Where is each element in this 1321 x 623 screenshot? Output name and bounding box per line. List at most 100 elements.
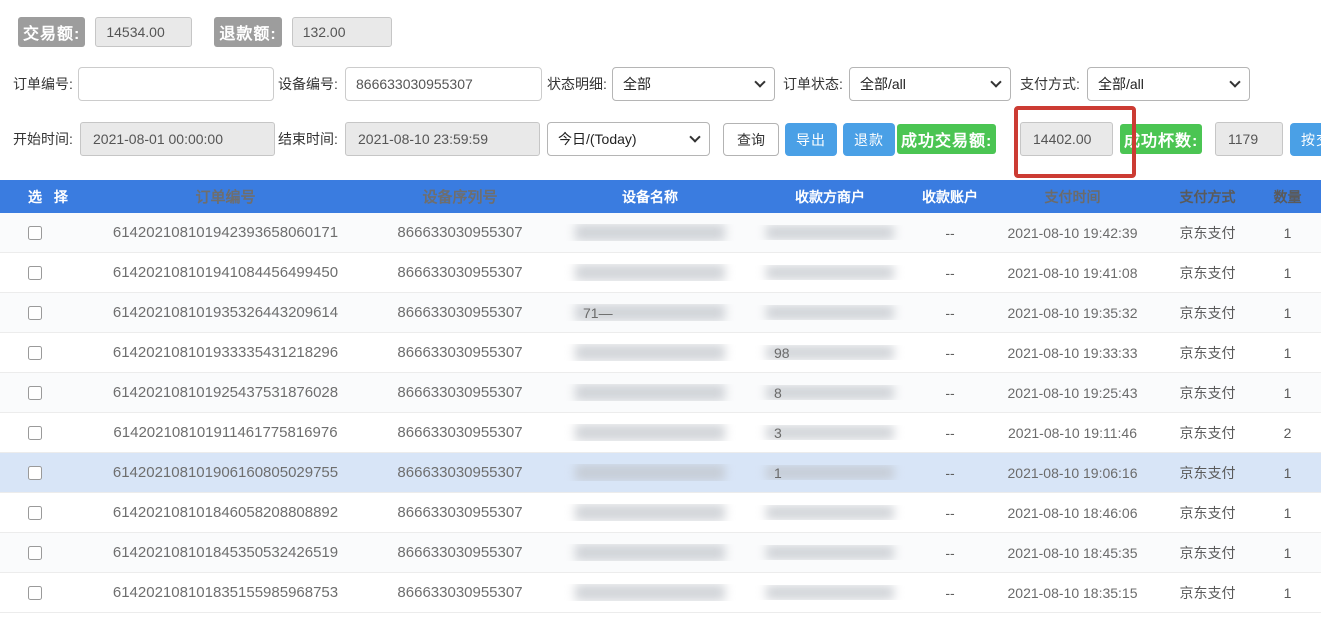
pay-time-value: 2021-08-10 19:42:39 xyxy=(995,225,1150,241)
blurred-device-name xyxy=(575,264,725,281)
row-checkbox[interactable] xyxy=(28,346,42,360)
row-checkbox[interactable] xyxy=(28,386,42,400)
order-no-input[interactable] xyxy=(78,67,274,101)
merchant-cell: 8 xyxy=(755,385,905,400)
table-row[interactable]: 6142021081019423936580601718666330309553… xyxy=(0,213,1321,253)
merchant-blur: 98 xyxy=(766,345,894,360)
blurred-device-name xyxy=(575,464,725,481)
qty-value: 1 xyxy=(1265,305,1310,321)
order-no-value: 614202108101911461775816976 xyxy=(76,424,375,441)
row-checkbox[interactable] xyxy=(28,426,42,440)
table-row[interactable]: 6142021081019254375318760288666330309553… xyxy=(0,373,1321,413)
qty-value: 2 xyxy=(1265,425,1310,441)
pay-time-value: 2021-08-10 18:46:06 xyxy=(995,505,1150,521)
header-order-no: 订单编号 xyxy=(76,186,375,207)
blurred-merchant xyxy=(766,585,894,600)
chevron-down-icon xyxy=(990,76,1001,87)
device-name-blur xyxy=(575,264,725,281)
header-merchant: 收款方商户 xyxy=(755,187,905,207)
order-no-value: 614202108101846058208808892 xyxy=(76,504,375,521)
end-time-input[interactable]: 2021-08-10 23:59:59 xyxy=(345,122,540,156)
success-amount-label: 成功交易额: xyxy=(897,124,996,154)
device-name-cell xyxy=(545,344,755,361)
row-select-cell xyxy=(0,466,76,480)
blurred-merchant xyxy=(766,305,894,320)
account-value: -- xyxy=(905,505,995,521)
table-row[interactable]: 6142021081018453505324265198666330309553… xyxy=(0,533,1321,573)
pay-time-value: 2021-08-10 19:35:32 xyxy=(995,305,1150,321)
blurred-merchant xyxy=(766,425,894,440)
orders-table: 选 择 订单编号 设备序列号 设备名称 收款方商户 收款账户 支付时间 支付方式… xyxy=(0,180,1321,613)
merchant-blur xyxy=(766,305,894,320)
device-serial-value: 866633030955307 xyxy=(375,264,545,281)
success-amount-field[interactable]: 14402.00 xyxy=(1020,122,1113,156)
merchant-blur: 8 xyxy=(766,385,894,400)
device-name-blur xyxy=(575,544,725,561)
transaction-amount-label: 交易额: xyxy=(18,17,85,47)
table-row[interactable]: 6142021081019410844564994508666330309553… xyxy=(0,253,1321,293)
pay-time-value: 2021-08-10 19:41:08 xyxy=(995,265,1150,281)
merchant-cell xyxy=(755,545,905,560)
device-name-blur xyxy=(575,584,725,601)
merchant-fragment: 1 xyxy=(774,465,782,480)
merchant-cell xyxy=(755,585,905,600)
table-row[interactable]: 6142021081019061608050297558666330309553… xyxy=(0,453,1321,493)
refund-button[interactable]: 退款 xyxy=(843,123,895,156)
table-row[interactable]: 6142021081019333354312182968666330309553… xyxy=(0,333,1321,373)
pay-method-label: 支付方式: xyxy=(1020,66,1080,102)
table-row[interactable]: 6142021081018460582088088928666330309553… xyxy=(0,493,1321,533)
order-no-value: 614202108101845350532426519 xyxy=(76,544,375,561)
merchant-cell xyxy=(755,225,905,240)
pay-method-value: 京东支付 xyxy=(1150,263,1265,283)
table-row[interactable]: 6142021081018351559859687538666330309553… xyxy=(0,573,1321,613)
status-detail-select[interactable]: 全部 xyxy=(612,67,775,101)
account-value: -- xyxy=(905,265,995,281)
table-row[interactable]: 6142021081019114617758169768666330309553… xyxy=(0,413,1321,453)
qty-value: 1 xyxy=(1265,465,1310,481)
order-management-page: 交易额: 14534.00 退款额: 132.00 订单编号: 设备编号: 86… xyxy=(0,0,1321,623)
device-name-blur xyxy=(575,504,725,521)
filter-row: 订单编号: 设备编号: 866633030955307 状态明细: 全部 订单状… xyxy=(0,66,1321,102)
success-cups-label: 成功杯数: xyxy=(1120,124,1202,154)
blurred-device-name xyxy=(575,504,725,521)
summary-bar: 交易额: 14534.00 退款额: 132.00 xyxy=(18,16,392,48)
export-button[interactable]: 导出 xyxy=(785,123,837,156)
pay-method-select[interactable]: 全部/all xyxy=(1087,67,1250,101)
date-preset-select[interactable]: 今日/(Today) xyxy=(547,122,710,156)
merchant-fragment: 98 xyxy=(774,345,790,360)
device-name-cell xyxy=(545,424,755,441)
merchant-cell xyxy=(755,305,905,320)
merchant-blur xyxy=(766,545,894,560)
query-button[interactable]: 查询 xyxy=(723,123,779,156)
account-value: -- xyxy=(905,305,995,321)
refund-amount-field[interactable]: 132.00 xyxy=(292,17,392,47)
row-checkbox[interactable] xyxy=(28,586,42,600)
device-no-input[interactable]: 866633030955307 xyxy=(345,67,542,101)
sort-button-cutoff[interactable]: 按交 xyxy=(1290,123,1321,156)
account-value: -- xyxy=(905,225,995,241)
pay-method-value: 京东支付 xyxy=(1150,303,1265,323)
row-checkbox[interactable] xyxy=(28,306,42,320)
row-checkbox[interactable] xyxy=(28,506,42,520)
transaction-amount-field[interactable]: 14534.00 xyxy=(95,17,192,47)
device-serial-value: 866633030955307 xyxy=(375,224,545,241)
device-name-blur xyxy=(575,344,725,361)
row-checkbox[interactable] xyxy=(28,266,42,280)
row-checkbox[interactable] xyxy=(28,466,42,480)
device-name-blur: 71— xyxy=(575,304,725,321)
account-value: -- xyxy=(905,385,995,401)
pay-method-value: 京东支付 xyxy=(1150,223,1265,243)
row-checkbox[interactable] xyxy=(28,546,42,560)
merchant-blur: 3 xyxy=(766,425,894,440)
row-checkbox[interactable] xyxy=(28,226,42,240)
pay-time-value: 2021-08-10 18:45:35 xyxy=(995,545,1150,561)
order-no-value: 614202108101925437531876028 xyxy=(76,384,375,401)
merchant-blur xyxy=(766,585,894,600)
start-time-input[interactable]: 2021-08-01 00:00:00 xyxy=(80,122,275,156)
order-status-select[interactable]: 全部/all xyxy=(849,67,1011,101)
account-value: -- xyxy=(905,345,995,361)
table-row[interactable]: 6142021081019353264432096148666330309553… xyxy=(0,293,1321,333)
qty-value: 1 xyxy=(1265,585,1310,601)
success-cups-field[interactable]: 1179 xyxy=(1215,122,1283,156)
device-serial-value: 866633030955307 xyxy=(375,424,545,441)
